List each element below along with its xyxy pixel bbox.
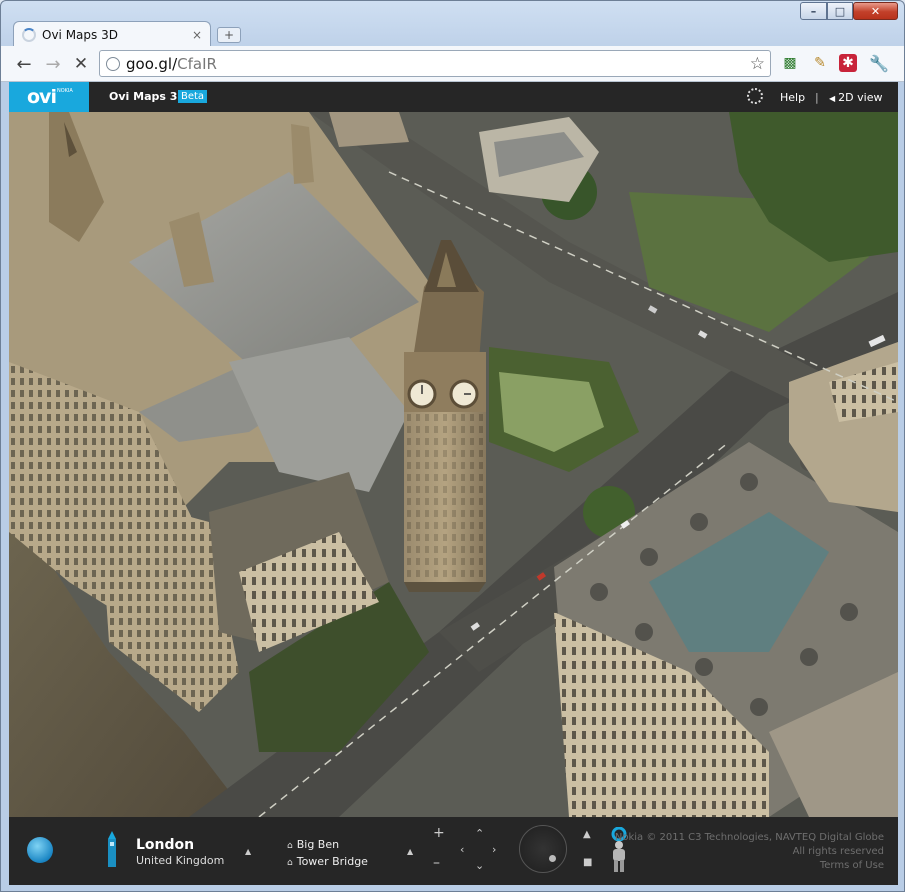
rotation-dial-handle[interactable] bbox=[549, 855, 556, 862]
header-separator: | bbox=[815, 91, 819, 104]
home-icon: ⌂ bbox=[287, 841, 293, 851]
minimize-button[interactable]: – bbox=[800, 2, 827, 20]
building-top-left bbox=[329, 112, 409, 147]
globe-icon[interactable] bbox=[27, 837, 53, 863]
caret-left-icon: ◀ bbox=[829, 94, 836, 103]
tower-icon bbox=[108, 831, 116, 867]
extension-asterisk-icon[interactable]: ✱ bbox=[839, 54, 857, 72]
forward-arrow-icon[interactable]: → bbox=[42, 53, 64, 75]
page-globe-icon bbox=[106, 56, 120, 71]
pan-left-icon[interactable]: ‹ bbox=[460, 843, 464, 856]
browser-window: – □ ✕ Ovi Maps 3D × + ← → ✕ goo.gl/CfaIR… bbox=[0, 0, 905, 892]
page-notes-icon[interactable]: ✎ bbox=[810, 53, 830, 73]
ovi-header: ovi NOKIA Ovi Maps 3D Beta Help | ◀ 2D vi… bbox=[9, 82, 898, 112]
url-text: goo.gl/CfaIR bbox=[126, 55, 217, 73]
tab-title: Ovi Maps 3D bbox=[42, 27, 118, 42]
url-path: CfaIR bbox=[177, 54, 217, 73]
location-city: London bbox=[136, 837, 195, 853]
favorite-item[interactable]: ⌂ Big Ben bbox=[287, 838, 339, 851]
terms-of-use-link[interactable]: Terms of Use bbox=[615, 859, 884, 873]
title-bar: – □ ✕ bbox=[1, 1, 904, 23]
address-bar[interactable]: goo.gl/CfaIR ☆ bbox=[99, 50, 771, 77]
url-host: goo.gl/ bbox=[126, 54, 178, 73]
loading-indicator-icon bbox=[747, 88, 763, 104]
favorites-expand-caret-icon[interactable]: ▲ bbox=[407, 847, 413, 856]
map-3d-viewport[interactable] bbox=[9, 112, 898, 817]
view-2d-button[interactable]: ◀ 2D view bbox=[829, 91, 882, 104]
pan-down-icon[interactable]: ⌄ bbox=[475, 859, 484, 872]
tilt-down-icon[interactable]: ■ bbox=[583, 857, 592, 868]
favorite-label: Tower Bridge bbox=[296, 855, 368, 868]
beta-badge: Beta bbox=[178, 90, 208, 103]
view-2d-label: 2D view bbox=[838, 91, 883, 104]
tilt-up-icon[interactable]: ▲ bbox=[583, 829, 591, 840]
ovi-logo[interactable]: ovi NOKIA bbox=[9, 82, 89, 112]
zoom-in-button[interactable]: + bbox=[433, 825, 445, 841]
browser-tab[interactable]: Ovi Maps 3D × bbox=[13, 21, 211, 47]
favorite-label: Big Ben bbox=[296, 838, 340, 851]
rotation-dial[interactable] bbox=[519, 825, 567, 873]
close-window-button[interactable]: ✕ bbox=[853, 2, 898, 20]
zoom-out-button[interactable]: – bbox=[433, 855, 440, 871]
pan-right-icon[interactable]: › bbox=[492, 843, 496, 856]
favorite-item[interactable]: ⌂ Tower Bridge bbox=[287, 855, 368, 868]
copyright-notice: Nokia © 2011 C3 Technologies, NAVTEQ Dig… bbox=[615, 831, 884, 873]
logo-nokia-text: NOKIA bbox=[56, 88, 73, 94]
stop-loading-icon[interactable]: ✕ bbox=[70, 53, 92, 75]
map-control-bar: London United Kingdom ▲ ⌂ Big Ben ⌂ Tower … bbox=[9, 817, 898, 885]
loading-spinner-icon bbox=[22, 27, 36, 42]
bookmark-star-icon[interactable]: ☆ bbox=[750, 54, 765, 74]
tab-close-icon[interactable]: × bbox=[192, 28, 202, 42]
back-arrow-icon[interactable]: ← bbox=[13, 53, 35, 75]
logo-text: ovi bbox=[27, 86, 57, 108]
location-country: United Kingdom bbox=[136, 854, 225, 867]
home-icon: ⌂ bbox=[287, 858, 293, 868]
app-title: Ovi Maps 3D bbox=[109, 90, 187, 103]
pan-up-icon[interactable]: ⌃ bbox=[475, 827, 484, 840]
maximize-button[interactable]: □ bbox=[827, 2, 853, 20]
help-link[interactable]: Help bbox=[780, 91, 805, 104]
location-expand-caret-icon[interactable]: ▲ bbox=[245, 847, 251, 856]
wrench-menu-icon[interactable]: 🔧 bbox=[869, 53, 889, 73]
map-scene bbox=[9, 112, 898, 817]
extension-puzzle-icon[interactable]: ▩ bbox=[780, 53, 800, 73]
rights-text: All rights reserved bbox=[792, 846, 884, 857]
browser-toolbar: ← → ✕ goo.gl/CfaIR ☆ ▩ ✎ ✱ 🔧 bbox=[1, 46, 904, 82]
copyright-text: Nokia © 2011 C3 Technologies, NAVTEQ Dig… bbox=[614, 832, 884, 843]
new-tab-button[interactable]: + bbox=[217, 27, 241, 43]
